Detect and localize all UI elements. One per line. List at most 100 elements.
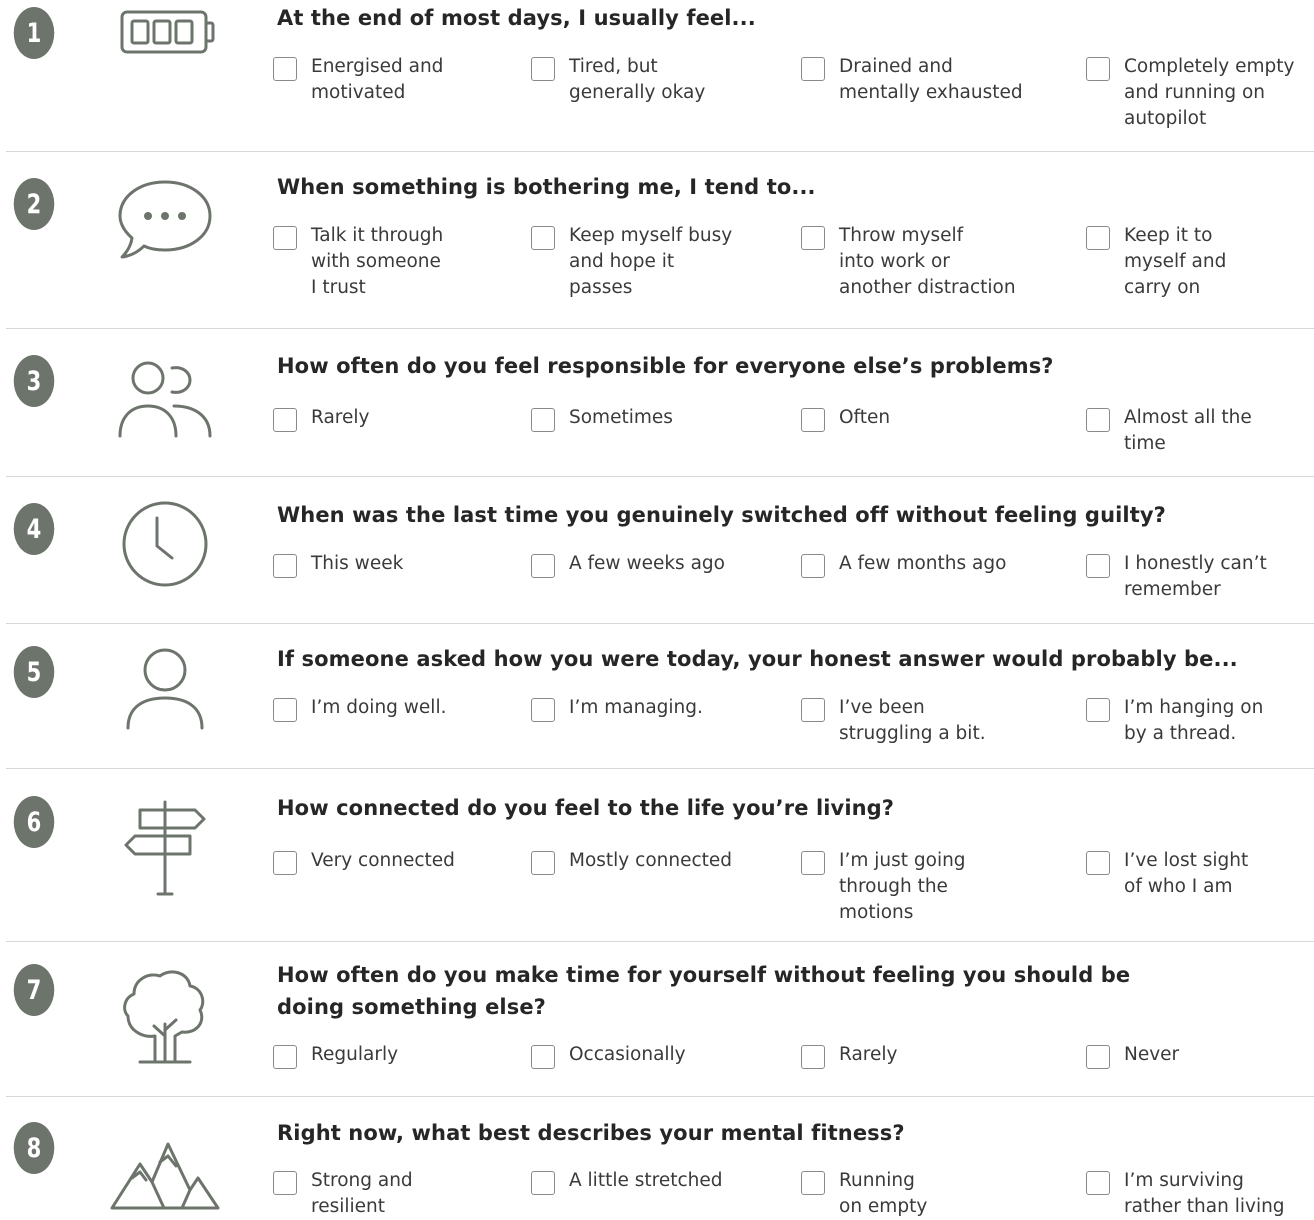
answer-checkbox[interactable] (1086, 1045, 1110, 1069)
answer-checkbox[interactable] (1086, 698, 1110, 722)
answer-option[interactable]: Running on empty (801, 1170, 928, 1220)
answer-option[interactable]: A few weeks ago (531, 553, 725, 578)
question-number-badge: 1 (13, 7, 55, 59)
answer-label: I’m managing. (569, 697, 703, 718)
answer-checkbox[interactable] (1086, 851, 1110, 875)
answer-checkbox[interactable] (273, 226, 297, 250)
answer-checkbox[interactable] (801, 226, 825, 250)
answer-checkbox[interactable] (531, 226, 555, 250)
question-number-badge: 4 (13, 503, 55, 555)
answer-option[interactable]: Keep myself busy and hope it passes (531, 225, 733, 301)
answer-option[interactable]: Mostly connected (531, 850, 732, 875)
answer-checkbox[interactable] (801, 851, 825, 875)
answer-checkbox[interactable] (1086, 57, 1110, 81)
answer-label: I’m hanging on by a thread. (1124, 697, 1264, 744)
answer-checkbox[interactable] (801, 554, 825, 578)
answer-checkbox[interactable] (531, 408, 555, 432)
answer-checkbox[interactable] (273, 698, 297, 722)
answer-label: Energised and motivated (311, 56, 444, 103)
answer-label: Throw myself into work or another distra… (839, 225, 1016, 298)
answer-checkbox[interactable] (1086, 226, 1110, 250)
answer-label: Occasionally (569, 1044, 686, 1065)
answer-option[interactable]: Strong and resilient (273, 1170, 413, 1220)
answer-option[interactable]: I honestly can’t remember (1086, 553, 1267, 603)
answer-checkbox[interactable] (531, 1171, 555, 1195)
mountains-icon (110, 1128, 220, 1220)
answer-label: I’m surviving rather than living (1124, 1170, 1285, 1217)
answer-option[interactable]: I’ve lost sight of who I am (1086, 850, 1248, 900)
answer-option[interactable]: Regularly (273, 1044, 398, 1069)
answer-label: Completely empty and running on autopilo… (1124, 56, 1295, 129)
answer-checkbox[interactable] (273, 1171, 297, 1195)
answer-option[interactable]: I’m hanging on by a thread. (1086, 697, 1264, 747)
question-title: When something is bothering me, I tend t… (277, 175, 816, 199)
answer-option[interactable]: Occasionally (531, 1044, 686, 1069)
answer-option[interactable]: I’m managing. (531, 697, 703, 722)
question-title: At the end of most days, I usually feel.… (277, 6, 756, 30)
answer-checkbox[interactable] (801, 698, 825, 722)
answer-label: Very connected (311, 850, 455, 871)
answer-label: Rarely (311, 407, 370, 428)
answer-checkbox[interactable] (531, 554, 555, 578)
battery-icon (110, 0, 220, 88)
answer-option[interactable]: Almost all the time (1086, 407, 1252, 457)
answer-option[interactable]: Talk it through with someone I trust (273, 225, 443, 301)
answer-option[interactable]: Energised and motivated (273, 56, 444, 106)
question-divider (6, 941, 1314, 942)
answer-label: Keep myself busy and hope it passes (569, 225, 733, 298)
answer-label: Drained and mentally exhausted (839, 56, 1023, 103)
question-number-badge: 2 (13, 178, 55, 230)
answer-option[interactable]: Tired, but generally okay (531, 56, 706, 106)
answer-checkbox[interactable] (531, 1045, 555, 1069)
answer-option[interactable]: Often (801, 407, 891, 432)
answer-checkbox[interactable] (273, 851, 297, 875)
answer-checkbox[interactable] (801, 1045, 825, 1069)
answer-checkbox[interactable] (801, 57, 825, 81)
answer-option[interactable]: I’ve been struggling a bit. (801, 697, 986, 747)
question-title: How often do you make time for yourself … (277, 963, 1131, 1019)
answer-checkbox[interactable] (273, 554, 297, 578)
answer-checkbox[interactable] (1086, 408, 1110, 432)
answer-option[interactable]: Never (1086, 1044, 1179, 1069)
answer-label: Tired, but generally okay (569, 56, 706, 103)
answer-option[interactable]: Throw myself into work or another distra… (801, 225, 1016, 301)
answer-option[interactable]: I’m surviving rather than living (1086, 1170, 1285, 1220)
question-divider (6, 476, 1314, 477)
answer-checkbox[interactable] (273, 57, 297, 81)
question-divider (6, 768, 1314, 769)
answer-label: Often (839, 407, 891, 428)
answer-checkbox[interactable] (531, 57, 555, 81)
people-icon (110, 350, 220, 446)
person-icon (110, 640, 220, 736)
answer-checkbox[interactable] (531, 851, 555, 875)
answer-option[interactable]: I’m just going through the motions (801, 850, 966, 926)
answer-checkbox[interactable] (1086, 554, 1110, 578)
answer-option[interactable]: Keep it to myself and carry on (1086, 225, 1226, 301)
answer-label: Running on empty (839, 1170, 928, 1217)
answer-option[interactable]: Very connected (273, 850, 455, 875)
question-title: If someone asked how you were today, you… (277, 647, 1238, 671)
answer-checkbox[interactable] (801, 1171, 825, 1195)
answer-option[interactable]: This week (273, 553, 403, 578)
answer-checkbox[interactable] (801, 408, 825, 432)
answer-option[interactable]: A few months ago (801, 553, 1007, 578)
answer-checkbox[interactable] (1086, 1171, 1110, 1195)
answer-option[interactable]: Sometimes (531, 407, 673, 432)
question-number-badge: 8 (13, 1122, 55, 1174)
question-divider (6, 151, 1314, 152)
answer-checkbox[interactable] (273, 1045, 297, 1069)
answer-label: A few months ago (839, 553, 1007, 574)
question-number-badge: 7 (13, 964, 55, 1016)
question-title: How connected do you feel to the life yo… (277, 796, 895, 820)
answer-option[interactable]: Rarely (273, 407, 370, 432)
answer-label: I’m just going through the motions (839, 850, 966, 923)
answer-option[interactable]: I’m doing well. (273, 697, 446, 722)
answer-option[interactable]: Rarely (801, 1044, 897, 1069)
question-title: Right now, what best describes your ment… (277, 1121, 905, 1145)
answer-option[interactable]: Completely empty and running on autopilo… (1086, 56, 1295, 132)
answer-option[interactable]: Drained and mentally exhausted (801, 56, 1023, 106)
answer-checkbox[interactable] (531, 698, 555, 722)
answer-option[interactable]: A little stretched (531, 1170, 722, 1195)
answer-checkbox[interactable] (273, 408, 297, 432)
question-number-badge: 3 (13, 355, 55, 407)
